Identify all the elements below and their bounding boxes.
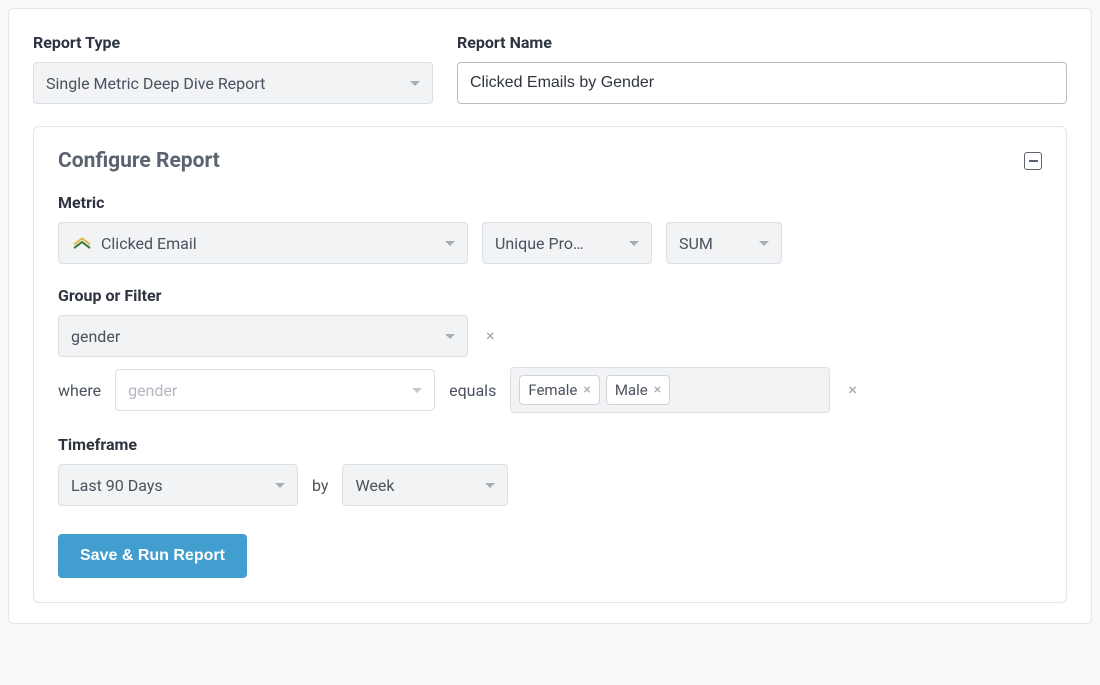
chevron-down-icon xyxy=(629,241,639,246)
group-filter-section-label: Group or Filter xyxy=(58,286,1042,305)
chevron-down-icon xyxy=(759,241,769,246)
chevron-down-icon xyxy=(445,241,455,246)
timeframe-interval-value: Week xyxy=(355,476,394,495)
filter-values-input[interactable]: Female × Male × xyxy=(510,367,830,413)
metric-row: Clicked Email Unique Pro… SUM xyxy=(58,222,1042,264)
group-dimension-row: gender × xyxy=(58,315,1042,357)
save-run-report-button[interactable]: Save & Run Report xyxy=(58,534,247,578)
collapse-icon[interactable] xyxy=(1024,152,1042,170)
remove-filter-icon[interactable]: × xyxy=(844,378,861,402)
group-dimension-value: gender xyxy=(71,327,120,346)
timeframe-interval-select[interactable]: Week xyxy=(342,464,508,506)
metric-event-value: Clicked Email xyxy=(101,234,197,253)
equals-label: equals xyxy=(449,381,496,400)
where-dimension-placeholder: gender xyxy=(128,381,177,400)
timeframe-row: Last 90 Days by Week xyxy=(58,464,1042,506)
configure-title: Configure Report xyxy=(58,149,220,173)
filter-value-label: Female xyxy=(528,381,577,399)
metric-section-label: Metric xyxy=(58,193,1042,212)
where-label: where xyxy=(58,381,101,400)
metric-aggregation-value: SUM xyxy=(679,234,713,253)
chevron-down-icon xyxy=(485,483,495,488)
group-dimension-select[interactable]: gender xyxy=(58,315,468,357)
report-name-label: Report Name xyxy=(457,33,1067,52)
metric-uniqueness-select[interactable]: Unique Pro… xyxy=(482,222,652,264)
chevron-down-icon xyxy=(275,483,285,488)
report-type-label: Report Type xyxy=(33,33,433,52)
chevron-down-icon xyxy=(410,81,420,86)
configure-header: Configure Report xyxy=(58,149,1042,173)
where-dimension-select[interactable]: gender xyxy=(115,369,435,411)
report-type-field: Report Type Single Metric Deep Dive Repo… xyxy=(33,33,433,104)
configure-report-panel: Configure Report Metric Clicked Email xyxy=(33,126,1067,603)
report-header-row: Report Type Single Metric Deep Dive Repo… xyxy=(33,33,1067,104)
report-type-value: Single Metric Deep Dive Report xyxy=(46,74,265,93)
remove-group-icon[interactable]: × xyxy=(482,324,499,348)
timeframe-range-value: Last 90 Days xyxy=(71,476,163,495)
chevron-down-icon xyxy=(412,388,422,393)
remove-tag-icon[interactable]: × xyxy=(583,383,590,397)
filter-where-row: where gender equals Female × Male × × xyxy=(58,367,1042,413)
metric-event-select[interactable]: Clicked Email xyxy=(58,222,468,264)
report-builder-panel: Report Type Single Metric Deep Dive Repo… xyxy=(8,8,1092,624)
remove-tag-icon[interactable]: × xyxy=(654,383,661,397)
filter-value-tag: Female × xyxy=(519,375,600,405)
filter-value-tag: Male × xyxy=(606,375,670,405)
report-type-select[interactable]: Single Metric Deep Dive Report xyxy=(33,62,433,104)
timeframe-section-label: Timeframe xyxy=(58,435,1042,454)
timeframe-range-select[interactable]: Last 90 Days xyxy=(58,464,298,506)
by-label: by xyxy=(312,476,328,495)
klaviyo-metric-icon xyxy=(71,232,93,254)
report-name-input[interactable] xyxy=(457,62,1067,104)
chevron-down-icon xyxy=(445,334,455,339)
report-name-field: Report Name xyxy=(457,33,1067,104)
save-run-label: Save & Run Report xyxy=(80,547,225,565)
metric-aggregation-select[interactable]: SUM xyxy=(666,222,782,264)
filter-value-label: Male xyxy=(615,381,648,399)
metric-uniqueness-value: Unique Pro… xyxy=(495,234,584,253)
